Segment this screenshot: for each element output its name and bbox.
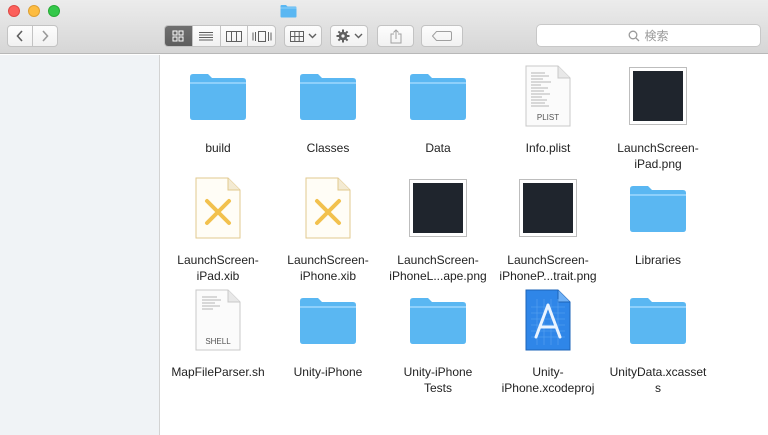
plist-document-icon: PLIST [525, 65, 571, 127]
file-name: Unity- iPhone.xcodeproj [501, 365, 595, 395]
search-field[interactable]: 検索 [536, 24, 761, 47]
shell-badge: SHELL [205, 337, 231, 346]
file-item[interactable]: SHELL MapFileParser.sh [163, 287, 273, 380]
grid-icon [172, 30, 184, 42]
file-item[interactable]: Unity-iPhone Tests [383, 287, 493, 396]
folder-icon [630, 298, 686, 344]
file-name: MapFileParser.sh [171, 365, 265, 379]
file-item[interactable]: Classes [273, 63, 383, 156]
folder-icon [410, 298, 466, 344]
file-item[interactable]: LaunchScreen- iPhoneP...trait.png [493, 175, 603, 284]
view-mode-segmented-control [164, 25, 276, 47]
file-item[interactable]: Data [383, 63, 493, 156]
share-button[interactable] [377, 25, 414, 47]
plist-badge: PLIST [537, 113, 559, 122]
file-name: Libraries [634, 253, 682, 267]
list-icon [199, 31, 214, 40]
image-thumbnail [629, 67, 687, 125]
file-name: LaunchScreen- iPad.xib [177, 253, 259, 283]
folder-icon [300, 298, 356, 344]
action-button[interactable] [330, 25, 368, 47]
minimize-window-button[interactable] [28, 5, 40, 17]
sidebar [0, 55, 160, 435]
file-item[interactable]: build [163, 63, 273, 156]
folder-icon [280, 5, 297, 18]
xib-document-icon [305, 177, 351, 239]
chevron-right-icon [42, 30, 49, 42]
share-icon [390, 28, 401, 43]
tag-button[interactable] [421, 25, 463, 47]
file-name: UnityData.xcasset s [609, 365, 707, 395]
file-name: LaunchScreen- iPad.png [617, 141, 699, 171]
search-placeholder: 検索 [644, 29, 669, 43]
tag-icon [432, 31, 452, 41]
file-name: Classes [306, 141, 350, 155]
forward-button[interactable] [32, 26, 57, 46]
folder-icon [190, 74, 246, 120]
column-view-button[interactable] [219, 26, 248, 46]
xib-document-icon [195, 177, 241, 239]
folder-icon [410, 74, 466, 120]
folder-icon [300, 74, 356, 120]
image-thumbnail [409, 179, 467, 237]
xcodeproj-icon [525, 289, 571, 351]
image-thumbnail [519, 179, 577, 237]
file-name: Unity-iPhone Tests [403, 365, 473, 395]
arrange-grid-icon [289, 30, 304, 42]
file-name: Data [425, 141, 451, 155]
chevron-left-icon [16, 30, 23, 42]
chevron-down-icon [354, 33, 362, 39]
file-item[interactable]: LaunchScreen- iPhoneL...ape.png [383, 175, 493, 284]
file-name: Info.plist [525, 141, 571, 155]
file-item[interactable]: LaunchScreen- iPad.xib [163, 175, 273, 284]
file-item[interactable]: Libraries [603, 175, 713, 268]
search-icon [629, 30, 640, 41]
gear-icon [336, 29, 349, 43]
list-view-button[interactable] [191, 26, 220, 46]
cover-flow-view-button[interactable] [247, 26, 275, 46]
file-icon-grid: build Classes Data PLIST Info.plist Laun… [160, 55, 768, 435]
file-name: build [205, 141, 231, 155]
back-button[interactable] [8, 26, 32, 46]
file-item[interactable]: Unity- iPhone.xcodeproj [493, 287, 603, 396]
window-toolbar: 検索 [0, 0, 768, 54]
file-name: LaunchScreen- iPhoneL...ape.png [389, 253, 487, 283]
file-name: Unity-iPhone [293, 365, 363, 379]
file-item[interactable]: LaunchScreen- iPhone.xib [273, 175, 383, 284]
icon-view-button[interactable] [165, 26, 192, 46]
folder-icon [630, 186, 686, 232]
zoom-window-button[interactable] [48, 5, 60, 17]
columns-icon [225, 30, 242, 42]
cover-flow-icon [252, 30, 272, 42]
file-item[interactable]: PLIST Info.plist [493, 63, 603, 156]
file-name: LaunchScreen- iPhone.xib [287, 253, 369, 283]
shell-script-icon: SHELL [195, 289, 241, 351]
file-item[interactable]: LaunchScreen- iPad.png [603, 63, 713, 172]
close-window-button[interactable] [8, 5, 20, 17]
file-item[interactable]: UnityData.xcasset s [603, 287, 713, 396]
navigation-buttons [7, 25, 58, 47]
file-name: LaunchScreen- iPhoneP...trait.png [499, 253, 597, 283]
file-item[interactable]: Unity-iPhone [273, 287, 383, 380]
arrange-button[interactable] [284, 25, 322, 47]
chevron-down-icon [308, 33, 316, 39]
